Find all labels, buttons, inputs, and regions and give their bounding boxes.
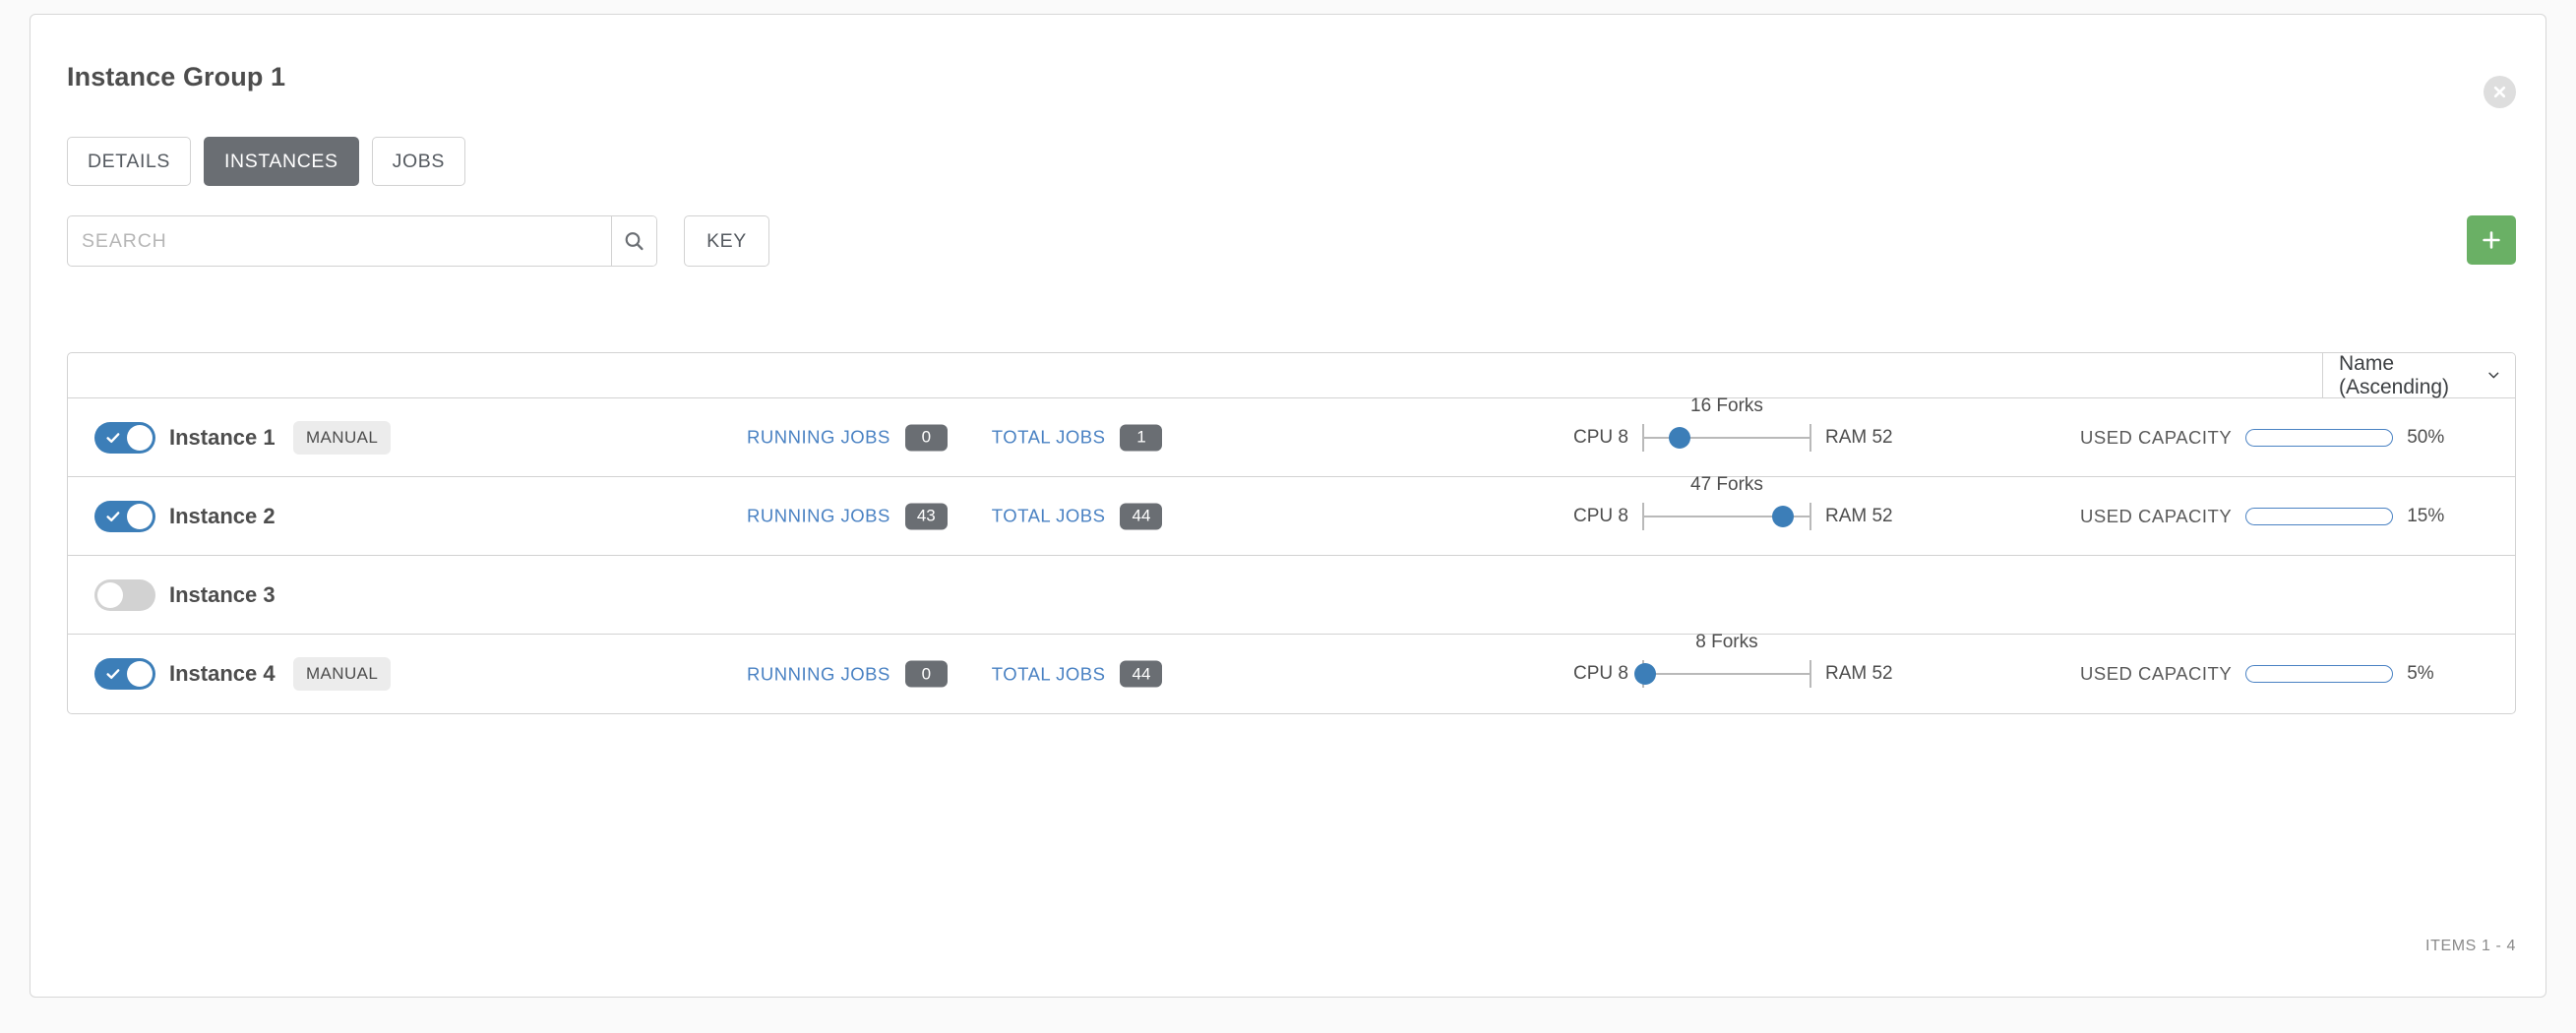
instances-rows: Instance 1 MANUAL RUNNING JOBS 0 TOTAL JOBS 1… bbox=[68, 398, 2515, 713]
close-x-glyph bbox=[2490, 83, 2509, 101]
check-glyph bbox=[105, 666, 121, 682]
forks-slider-group: CPU 8 47 Forks RAM 52 bbox=[1573, 500, 1893, 533]
forks-slider-group: CPU 8 8 Forks RAM 52 bbox=[1573, 657, 1893, 691]
used-capacity-percent: 50% bbox=[2407, 427, 2444, 449]
running-jobs-link[interactable]: RUNNING JOBS bbox=[747, 506, 890, 527]
tab-details[interactable]: DETAILS bbox=[67, 137, 191, 186]
ram-label: RAM 52 bbox=[1825, 427, 1893, 449]
instance-group-panel: Instance Group 1 DETAILS INSTANCES JOBS … bbox=[30, 14, 2546, 998]
running-jobs-link[interactable]: RUNNING JOBS bbox=[747, 427, 890, 449]
slider-tick-max bbox=[1809, 660, 1811, 688]
used-capacity-percent: 15% bbox=[2407, 506, 2444, 527]
used-capacity-label: USED CAPACITY bbox=[2080, 427, 2232, 449]
table-row: Instance 3 bbox=[68, 556, 2515, 635]
magnifier-glyph bbox=[623, 230, 645, 253]
total-jobs-link[interactable]: TOTAL JOBS bbox=[992, 506, 1106, 527]
forks-slider[interactable]: 16 Forks bbox=[1642, 421, 1811, 455]
forks-value-label: 47 Forks bbox=[1690, 474, 1763, 496]
slider-track bbox=[1642, 673, 1811, 675]
cpu-label: CPU 8 bbox=[1573, 506, 1628, 527]
cpu-label: CPU 8 bbox=[1573, 663, 1628, 685]
jobs-group: RUNNING JOBS 0 TOTAL JOBS 44 bbox=[747, 661, 1162, 688]
tab-jobs[interactable]: JOBS bbox=[372, 137, 465, 186]
tab-instances[interactable]: INSTANCES bbox=[204, 137, 359, 186]
table-row: Instance 4 MANUAL RUNNING JOBS 0 TOTAL JOBS 4… bbox=[68, 635, 2515, 713]
page-title: Instance Group 1 bbox=[67, 62, 285, 92]
table-row: Instance 2 RUNNING JOBS 43 TOTAL JOBS 44 CPU … bbox=[68, 477, 2515, 556]
toggle-knob bbox=[127, 504, 153, 529]
forks-value-label: 8 Forks bbox=[1695, 632, 1757, 653]
total-jobs-link[interactable]: TOTAL JOBS bbox=[992, 663, 1106, 685]
running-jobs-link[interactable]: RUNNING JOBS bbox=[747, 663, 890, 685]
slider-handle[interactable] bbox=[1772, 506, 1794, 527]
manual-badge: MANUAL bbox=[293, 657, 391, 691]
chevron-down-icon bbox=[2486, 367, 2501, 384]
used-capacity-percent: 5% bbox=[2407, 663, 2433, 685]
search-icon[interactable] bbox=[611, 216, 656, 266]
check-icon bbox=[105, 666, 121, 682]
toolbar: KEY bbox=[67, 215, 2516, 267]
ram-label: RAM 52 bbox=[1825, 663, 1893, 685]
slider-tick-max bbox=[1809, 503, 1811, 530]
check-glyph bbox=[105, 509, 121, 524]
instance-name: Instance 2 bbox=[169, 504, 276, 529]
running-jobs-count: 0 bbox=[905, 424, 948, 451]
used-capacity-group: USED CAPACITY 50% bbox=[2080, 427, 2444, 449]
used-capacity-bar bbox=[2245, 508, 2393, 525]
slider-track bbox=[1642, 437, 1811, 439]
instance-name: Instance 1 bbox=[169, 425, 276, 451]
table-row: Instance 1 MANUAL RUNNING JOBS 0 TOTAL JOBS 1… bbox=[68, 398, 2515, 477]
forks-slider[interactable]: 47 Forks bbox=[1642, 500, 1811, 533]
tab-bar: DETAILS INSTANCES JOBS bbox=[67, 137, 465, 186]
cpu-label: CPU 8 bbox=[1573, 427, 1628, 449]
search-input[interactable] bbox=[68, 216, 611, 266]
used-capacity-bar bbox=[2245, 429, 2393, 447]
used-capacity-bar bbox=[2245, 665, 2393, 683]
used-capacity-label: USED CAPACITY bbox=[2080, 663, 2232, 685]
toggle-knob bbox=[127, 425, 153, 451]
slider-handle[interactable] bbox=[1669, 427, 1690, 449]
check-glyph bbox=[105, 430, 121, 446]
used-capacity-group: USED CAPACITY 15% bbox=[2080, 506, 2444, 527]
slider-tick-min bbox=[1642, 424, 1644, 452]
slider-tick-min bbox=[1642, 503, 1644, 530]
instance-enabled-toggle[interactable] bbox=[94, 422, 155, 454]
jobs-group: RUNNING JOBS 43 TOTAL JOBS 44 bbox=[747, 503, 1162, 529]
instance-name: Instance 3 bbox=[169, 582, 276, 608]
forks-value-label: 16 Forks bbox=[1690, 395, 1763, 417]
ram-label: RAM 52 bbox=[1825, 506, 1893, 527]
total-jobs-count: 1 bbox=[1120, 424, 1162, 451]
search-field bbox=[67, 215, 657, 267]
instance-enabled-toggle[interactable] bbox=[94, 501, 155, 532]
key-button[interactable]: KEY bbox=[684, 215, 769, 267]
manual-badge: MANUAL bbox=[293, 421, 391, 455]
instance-name: Instance 4 bbox=[169, 661, 276, 687]
close-icon[interactable] bbox=[2484, 76, 2516, 108]
instance-enabled-toggle[interactable] bbox=[94, 658, 155, 690]
items-count: ITEMS 1 - 4 bbox=[2425, 938, 2516, 955]
sort-dropdown[interactable]: Name (Ascending) bbox=[2322, 353, 2515, 397]
slider-handle[interactable] bbox=[1634, 663, 1656, 685]
toggle-knob bbox=[97, 582, 123, 608]
sort-dropdown-label: Name (Ascending) bbox=[2339, 352, 2486, 399]
running-jobs-count: 43 bbox=[905, 503, 948, 529]
used-capacity-group: USED CAPACITY 5% bbox=[2080, 663, 2434, 685]
used-capacity-label: USED CAPACITY bbox=[2080, 506, 2232, 527]
total-jobs-count: 44 bbox=[1120, 503, 1162, 529]
forks-slider[interactable]: 8 Forks bbox=[1642, 657, 1811, 691]
instances-list: Name (Ascending) Instance 1 MANUAL RUNNING… bbox=[67, 352, 2516, 714]
plus-icon bbox=[2481, 229, 2502, 251]
running-jobs-count: 0 bbox=[905, 661, 948, 688]
toggle-knob bbox=[127, 661, 153, 687]
instance-enabled-toggle[interactable] bbox=[94, 579, 155, 611]
add-button[interactable] bbox=[2467, 215, 2516, 265]
check-icon bbox=[105, 509, 121, 524]
list-header: Name (Ascending) bbox=[68, 353, 2515, 398]
slider-tick-max bbox=[1809, 424, 1811, 452]
jobs-group: RUNNING JOBS 0 TOTAL JOBS 1 bbox=[747, 424, 1162, 451]
total-jobs-count: 44 bbox=[1120, 661, 1162, 688]
check-icon bbox=[105, 430, 121, 446]
forks-slider-group: CPU 8 16 Forks RAM 52 bbox=[1573, 421, 1893, 455]
total-jobs-link[interactable]: TOTAL JOBS bbox=[992, 427, 1106, 449]
